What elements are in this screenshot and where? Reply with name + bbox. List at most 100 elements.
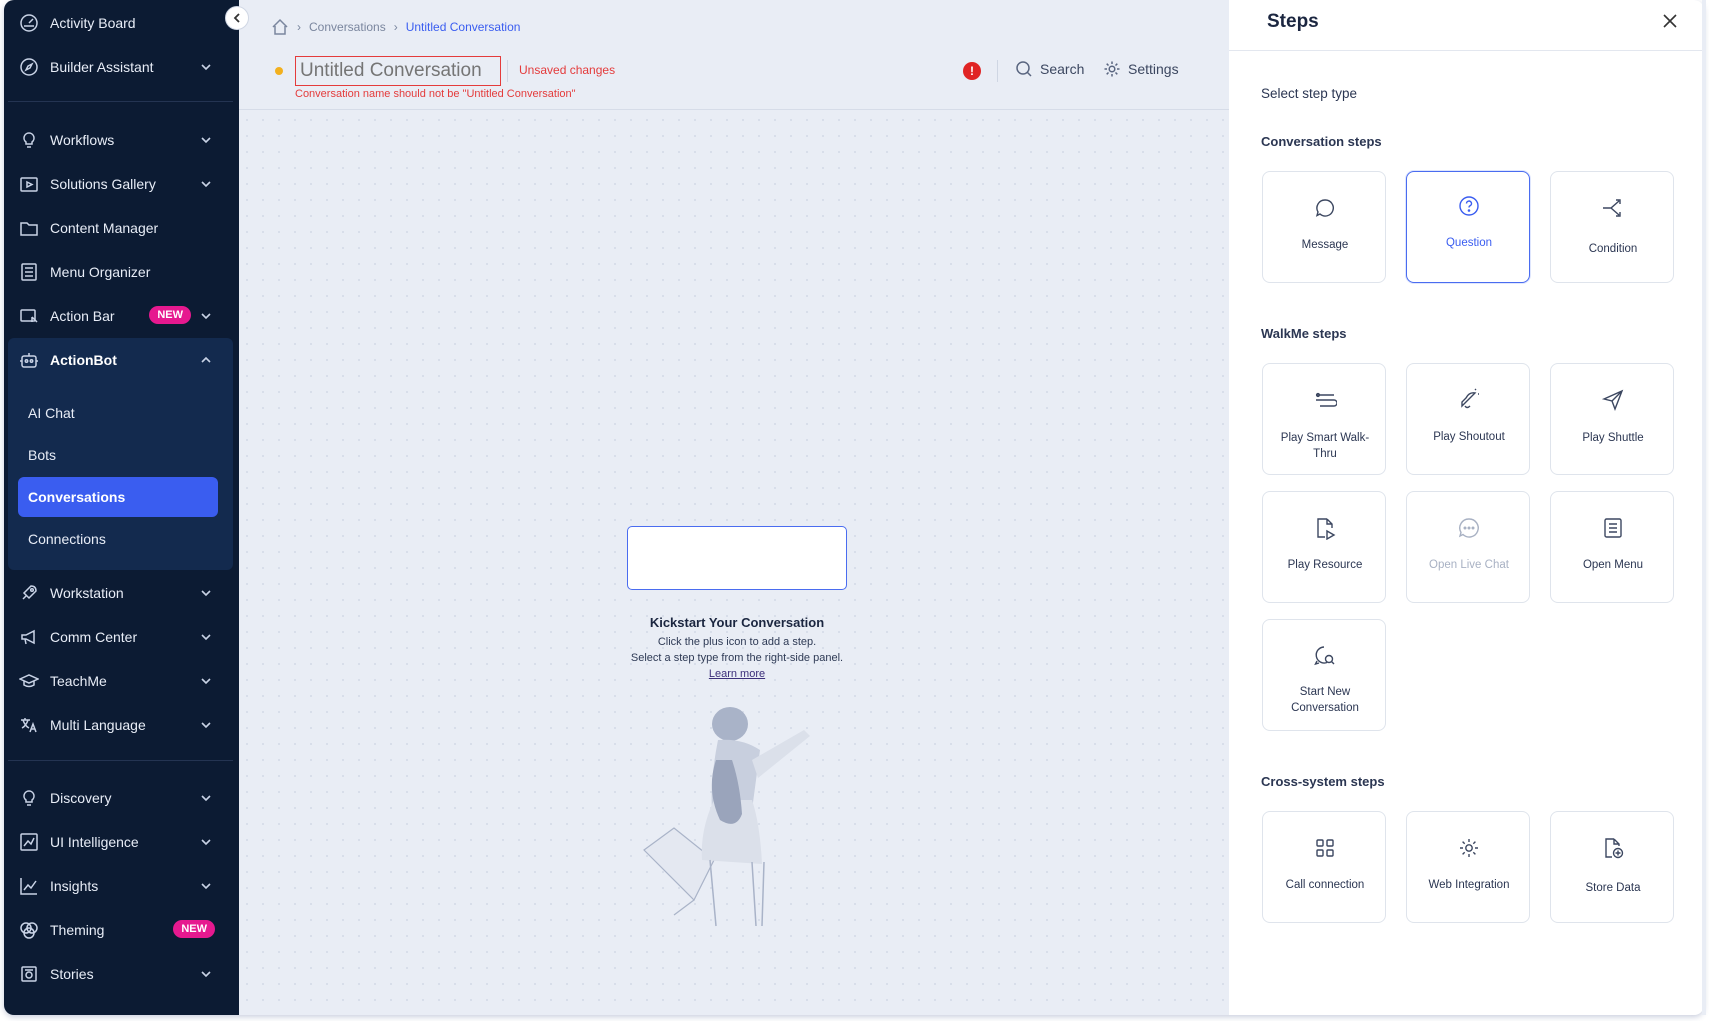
- step-card-open-live-chat: Open Live Chat: [1406, 491, 1530, 603]
- steps-panel-header: Steps: [1229, 0, 1704, 51]
- kickstart-line-2: Select a step type from the right-side p…: [630, 652, 844, 664]
- step-card-play-shoutout[interactable]: Play Shoutout: [1406, 363, 1530, 475]
- robot-icon: [18, 349, 40, 371]
- sidebar-item-label: Builder Assistant: [50, 59, 154, 75]
- search-button[interactable]: Search: [1015, 60, 1084, 78]
- folder-icon: [18, 217, 40, 239]
- chevron-down-icon: [199, 177, 213, 191]
- header-divider: [507, 60, 508, 82]
- step-card-message[interactable]: Message: [1262, 171, 1386, 283]
- step-card-question[interactable]: Question: [1406, 171, 1530, 283]
- sidebar-item-menu-organizer[interactable]: Menu Organizer: [4, 252, 239, 292]
- sidebar-item-label: Insights: [50, 878, 99, 894]
- branch-icon: [1601, 196, 1625, 220]
- translate-icon: [18, 714, 40, 736]
- sidebar-item-content-manager[interactable]: Content Manager: [4, 208, 239, 248]
- sidebar-item-label: Workstation: [50, 585, 124, 601]
- sidebar-subitem-connections[interactable]: Connections: [18, 519, 218, 559]
- sidebar-item-stories[interactable]: Stories: [4, 954, 239, 994]
- graduation-cap-icon: [18, 670, 40, 692]
- step-card-open-menu[interactable]: Open Menu: [1550, 491, 1674, 603]
- step-card-store-data[interactable]: Store Data: [1550, 811, 1674, 923]
- sidebar-item-actionbot[interactable]: ActionBot: [4, 340, 239, 380]
- gauge-icon: [18, 12, 40, 34]
- sidebar-item-theming[interactable]: Theming NEW: [4, 910, 239, 950]
- chevron-down-icon: [199, 586, 213, 600]
- sidebar-item-teachme[interactable]: TeachMe: [4, 661, 239, 701]
- sidebar-item-insights[interactable]: Insights: [4, 866, 239, 906]
- step-card-label: Message: [1301, 239, 1349, 251]
- question-circle-icon: [1457, 194, 1481, 218]
- sidebar-item-label: UI Intelligence: [50, 834, 139, 850]
- bulb-icon: [18, 787, 40, 809]
- sidebar-subitem-ai-chat[interactable]: AI Chat: [18, 393, 218, 433]
- header-divider: [997, 60, 998, 82]
- step-card-play-resource[interactable]: Play Resource: [1262, 491, 1386, 603]
- step-card-label: Open Menu: [1582, 559, 1644, 571]
- select-step-type-label: Select step type: [1261, 86, 1358, 101]
- chevron-down-icon: [199, 133, 213, 147]
- sidebar-item-workstation[interactable]: Workstation: [4, 573, 239, 613]
- step-card-label: Condition: [1588, 243, 1638, 255]
- conversation-canvas[interactable]: › Conversations › Untitled Conversation …: [239, 0, 1229, 1015]
- breadcrumb-conversations[interactable]: Conversations: [309, 20, 386, 34]
- sidebar-item-discovery[interactable]: Discovery: [4, 778, 239, 818]
- unsaved-changes-label: Unsaved changes: [519, 63, 616, 77]
- step-card-label: Question: [1445, 237, 1493, 249]
- step-card-label: Play Smart Walk-Thru: [1280, 432, 1370, 460]
- sidebar-item-label: Solutions Gallery: [50, 176, 156, 192]
- send-icon: [1601, 388, 1625, 412]
- conversation-name-input[interactable]: [295, 56, 501, 86]
- sidebar-item-workflows[interactable]: Workflows: [4, 120, 239, 160]
- step-card-label: Play Shoutout: [1433, 431, 1505, 443]
- window-scrollbar[interactable]: [1702, 0, 1706, 1015]
- collapse-sidebar-button[interactable]: [225, 6, 249, 30]
- settings-button[interactable]: Settings: [1103, 60, 1179, 78]
- sidebar-item-label: Workflows: [50, 132, 115, 148]
- sidebar-subitem-bots[interactable]: Bots: [18, 435, 218, 475]
- sidebar-item-label: Action Bar: [50, 308, 115, 324]
- start-step-placeholder[interactable]: [627, 526, 847, 590]
- step-card-play-shuttle[interactable]: Play Shuttle: [1550, 363, 1674, 475]
- breadcrumb-current: Untitled Conversation: [405, 20, 521, 34]
- step-card-condition[interactable]: Condition: [1550, 171, 1674, 283]
- close-panel-button[interactable]: [1662, 13, 1678, 29]
- gallery-icon: [18, 173, 40, 195]
- sidebar-item-builder-assistant[interactable]: Builder Assistant: [4, 47, 239, 87]
- sidebar-item-solutions-gallery[interactable]: Solutions Gallery: [4, 164, 239, 204]
- sidebar-item-action-bar[interactable]: Action Bar NEW: [4, 296, 239, 336]
- step-card-web-integration[interactable]: Web Integration: [1406, 811, 1530, 923]
- learn-more-link[interactable]: Learn more: [537, 668, 937, 680]
- step-card-play-smart-walk-thru[interactable]: Play Smart Walk-Thru: [1262, 363, 1386, 475]
- step-card-label: Open Live Chat: [1429, 559, 1509, 571]
- sidebar-item-comm-center[interactable]: Comm Center: [4, 617, 239, 657]
- sidebar-item-ui-intelligence[interactable]: UI Intelligence: [4, 822, 239, 862]
- step-card-start-new-conversation[interactable]: Start New Conversation: [1262, 619, 1386, 731]
- breadcrumb-separator: ›: [297, 20, 301, 34]
- steps-panel: Steps Select step type Conversation step…: [1229, 0, 1704, 1015]
- sidebar-item-label: Discovery: [50, 790, 112, 806]
- rocket-icon: [18, 582, 40, 604]
- sidebar-subitem-conversations[interactable]: Conversations: [18, 477, 218, 517]
- compass-icon: [18, 56, 40, 78]
- step-card-label: Call connection: [1285, 879, 1365, 891]
- search-icon: [1016, 61, 1032, 77]
- new-conversation-icon: [1313, 644, 1337, 668]
- sidebar-item-label: Content Manager: [50, 220, 159, 236]
- step-card-label: Web Integration: [1428, 879, 1510, 891]
- chat-bubble-icon: [1313, 196, 1337, 220]
- step-card-call-connection[interactable]: Call connection: [1262, 811, 1386, 923]
- sidebar-item-label: Menu Organizer: [50, 264, 151, 280]
- sidebar-item-multi-language[interactable]: Multi Language: [4, 705, 239, 745]
- kickstart-title: Kickstart Your Conversation: [649, 615, 825, 630]
- error-indicator-icon[interactable]: !: [963, 62, 981, 80]
- new-badge: NEW: [149, 306, 191, 324]
- section-conversation-steps: Conversation steps: [1261, 134, 1382, 149]
- section-cross-system-steps: Cross-system steps: [1261, 774, 1385, 789]
- sidebar-item-label: Stories: [50, 966, 94, 982]
- chevron-down-icon: [199, 674, 213, 688]
- home-icon[interactable]: [271, 18, 289, 36]
- sidebar-item-label: Comm Center: [50, 629, 138, 645]
- step-card-label: Store Data: [1585, 882, 1641, 894]
- sidebar-item-activity-board[interactable]: Activity Board: [4, 3, 239, 43]
